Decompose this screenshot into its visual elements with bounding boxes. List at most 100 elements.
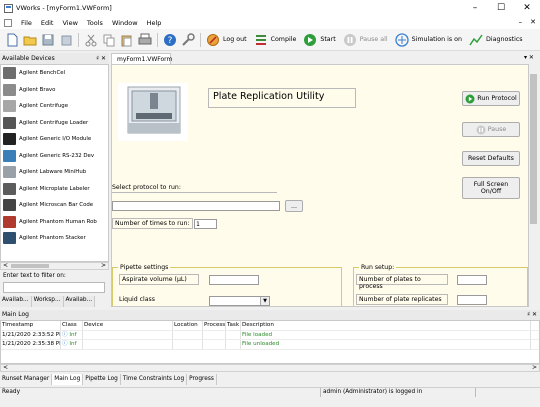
log-cell-task [226, 340, 241, 349]
browse-button[interactable]: ... [285, 200, 303, 212]
form-scrollbar[interactable] [529, 64, 538, 307]
copy-icon[interactable] [102, 33, 116, 47]
log-column-header[interactable]: Process [203, 321, 226, 330]
log-column-header[interactable]: Class [61, 321, 83, 330]
open-folder-icon[interactable] [23, 33, 37, 47]
save-all-icon[interactable] [59, 33, 73, 47]
times-to-run-input[interactable]: 1 [194, 219, 217, 229]
liquid-class-select[interactable]: ▼ [209, 296, 270, 306]
simulation-toggle[interactable]: Simulation is on [412, 36, 462, 43]
scrollbar-thumb[interactable] [530, 74, 537, 224]
cut-icon[interactable] [84, 33, 98, 47]
device-item[interactable]: Agilent Phantom Human Rob [1, 214, 108, 231]
separator [112, 192, 277, 193]
device-list[interactable]: Agilent BenchCel Agilent Bravo Agilent Cen… [0, 64, 109, 262]
device-item[interactable]: Agilent Labware MiniHub [1, 164, 108, 181]
plates-to-process-label: Number of plates to process [356, 274, 448, 290]
logout-icon[interactable] [206, 33, 220, 47]
save-icon[interactable] [41, 33, 55, 47]
protocol-path-input[interactable] [112, 201, 280, 211]
mdi-minimize-button[interactable]: – [519, 16, 523, 29]
document-tab[interactable]: myForm1.VWForm [111, 53, 172, 64]
device-item[interactable]: Agilent Bravo [1, 82, 108, 99]
start-icon[interactable] [303, 33, 317, 47]
document-close-icon[interactable]: ▾ ✕ [524, 54, 534, 61]
mdi-close-button[interactable]: ✕ [530, 16, 536, 29]
diagnostics-button[interactable]: Diagnostics [486, 36, 523, 43]
pipette-settings-group: Pipette settings Aspirate volume (μL) Li… [112, 264, 342, 306]
compile-button[interactable]: Compile [271, 36, 297, 43]
device-label: Agilent Centrifuge [19, 103, 69, 110]
device-icon [3, 83, 16, 96]
device-item[interactable]: Agilent Centrifuge [1, 98, 108, 115]
wrench-icon[interactable] [181, 32, 195, 47]
logout-button[interactable]: Log out [223, 36, 247, 43]
log-column-header[interactable]: Description [241, 321, 531, 330]
tab-main-log[interactable]: Main Log [52, 374, 84, 385]
menu-tools[interactable]: Tools [87, 19, 103, 27]
pause-icon [476, 125, 486, 134]
filter-input[interactable] [3, 282, 105, 293]
tab-time-constraints-log[interactable]: Time Constraints Log [121, 374, 188, 385]
instrument-image [118, 83, 188, 141]
log-scrollbar[interactable]: < > [0, 364, 540, 372]
device-label: Agilent Centrifuge Loader [19, 119, 89, 126]
chevron-down-icon[interactable]: ▼ [260, 297, 269, 305]
help-icon[interactable]: ? [163, 33, 177, 47]
tab-progress[interactable]: Progress [187, 374, 217, 385]
devices-panel-header: Available Devices ♯ ✕ [0, 53, 109, 64]
aspirate-volume-input[interactable] [209, 275, 259, 285]
pause-all-button: Pause all [359, 36, 388, 43]
reset-defaults-button[interactable]: Reset Defaults [462, 151, 520, 166]
maximize-button[interactable]: ☐ [488, 0, 514, 16]
status-text: Ready [2, 389, 20, 395]
compile-icon[interactable] [254, 33, 268, 47]
print-icon[interactable] [138, 33, 152, 47]
tab-available-devices[interactable]: Availab... [0, 296, 32, 307]
device-item[interactable]: Agilent Microplate Labeler [1, 181, 108, 198]
log-column-header[interactable]: Location [173, 321, 203, 330]
menu-view[interactable]: View [62, 19, 77, 27]
paste-icon[interactable] [120, 33, 134, 47]
plates-to-process-input[interactable] [457, 275, 487, 285]
log-column-header[interactable]: Task [226, 321, 241, 330]
log-header-row: Timestamp Class Device Location Process Task D… [1, 321, 539, 331]
bottom-tabs: Runset Manager Main Log Pipette Log Time… [0, 374, 540, 385]
minimize-button[interactable]: – [462, 0, 488, 16]
run-protocol-button[interactable]: Run Protocol [462, 91, 520, 106]
pipette-settings-legend: Pipette settings [118, 264, 171, 271]
log-row[interactable]: 1/21/2020 2:35:38 PM ⓘ Inf File unloaded [1, 340, 539, 350]
log-row[interactable]: 1/21/2020 2:33:52 PM ⓘ Inf File loaded [1, 330, 539, 340]
device-item[interactable]: Agilent Phantom Stacker [1, 230, 108, 247]
diagnostics-icon[interactable] [469, 33, 483, 47]
panel-close-icon[interactable]: ♯ ✕ [96, 55, 106, 62]
simulation-icon[interactable] [394, 32, 409, 47]
device-item[interactable]: Agilent Microscan Bar Code [1, 197, 108, 214]
start-button[interactable]: Start [320, 36, 335, 43]
plate-replicates-input[interactable] [457, 295, 487, 305]
tab-available-other[interactable]: Availab... [63, 296, 96, 307]
device-item[interactable]: Agilent Centrifuge Loader [1, 115, 108, 132]
full-screen-button[interactable]: Full Screen On/Off [462, 177, 520, 199]
main-log-pin-close-icon[interactable]: ♯ ✕ [527, 310, 537, 320]
menu-edit[interactable]: Edit [41, 19, 54, 27]
device-item[interactable]: Agilent Generic I/O Module [1, 131, 108, 148]
log-column-header[interactable]: Timestamp [1, 321, 61, 330]
log-column-header[interactable]: Device [83, 321, 173, 330]
play-icon [465, 94, 475, 103]
device-list-scrollbar[interactable]: < > [0, 262, 109, 270]
menu-window[interactable]: Window [112, 19, 138, 27]
tab-workspace[interactable]: Worksp... [31, 296, 64, 307]
device-item[interactable]: Agilent BenchCel [1, 65, 108, 82]
tab-pipette-log[interactable]: Pipette Log [83, 374, 121, 385]
menu-file[interactable]: File [21, 19, 32, 27]
device-label: Agilent Phantom Human Rob [19, 218, 97, 225]
menu-help[interactable]: Help [147, 19, 162, 27]
new-file-icon[interactable] [5, 33, 19, 47]
title-bar: VWorks - [myForm1.VWForm] – ☐ ✕ [0, 0, 540, 16]
tab-runset-manager[interactable]: Runset Manager [0, 374, 53, 385]
close-button[interactable]: ✕ [514, 0, 540, 16]
toolbar: ? Log out Compile Start Pause all Simula… [0, 29, 540, 51]
device-label: Agilent Bravo [19, 86, 56, 93]
device-item[interactable]: Agilent Generic RS-232 Dev [1, 148, 108, 165]
